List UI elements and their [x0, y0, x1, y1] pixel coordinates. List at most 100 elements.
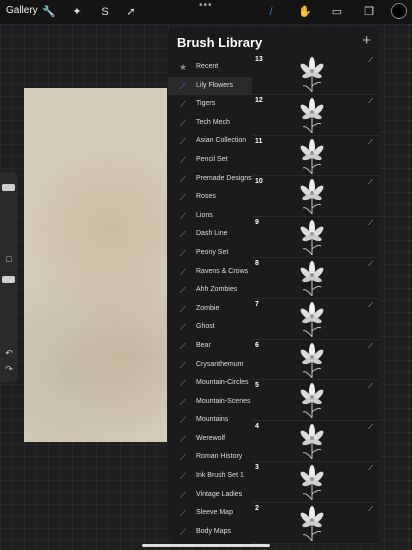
brush-item[interactable]: 5 ⟋ — [252, 380, 379, 422]
brush-stroke-icon: ⟋ — [179, 117, 187, 128]
add-brush-set-button[interactable]: + — [362, 32, 371, 49]
brush-set-label: Body Maps — [196, 527, 232, 535]
brush-set-item[interactable]: ⟋ Roman History — [168, 448, 252, 467]
brush-set-label: Mountain-Scenes — [196, 397, 251, 405]
brush-item[interactable]: 9 ⟋ — [252, 217, 379, 258]
brush-preview-image — [294, 219, 330, 256]
brush-set-label: Premade Designs — [196, 174, 252, 182]
brush-set-item[interactable]: ⟋ Body Maps — [168, 523, 252, 542]
brush-item[interactable]: 7 ⟋ — [252, 299, 379, 340]
brush-stroke-icon: ⟋ — [368, 179, 373, 187]
brush-stroke-icon: ⟋ — [179, 452, 187, 463]
brush-set-item[interactable]: ⟋ Ghost — [168, 318, 252, 337]
brush-set-item[interactable]: ⟋ Tech Mech — [168, 114, 252, 133]
brush-set-item[interactable]: ⟋ Ahh Zombies — [168, 281, 252, 300]
brush-item[interactable]: 8 ⟋ — [252, 258, 379, 299]
top-toolbar: Gallery 🔧 ✦ S ➚ ••• / ✋ ▭ ❐ — [0, 0, 412, 24]
brush-stroke-icon: ⟋ — [368, 57, 373, 64]
brush-stroke-icon: ⟋ — [179, 154, 187, 165]
brush-item[interactable]: 12 ⟋ — [252, 95, 379, 136]
brush-set-label: Ravens & Crows — [196, 267, 249, 275]
brush-item[interactable]: 3 ⟋ — [252, 462, 379, 503]
brush-set-item[interactable]: ⟋ Lions — [168, 207, 252, 226]
brush-item[interactable]: 13 ⟋ — [252, 54, 379, 95]
brush-set-item[interactable]: ⟋ Tigers — [168, 95, 252, 114]
brush-set-item[interactable]: ⟋ Peony Set — [168, 244, 252, 263]
layers-icon[interactable]: ❐ — [362, 5, 376, 19]
brush-preview-image — [294, 505, 330, 542]
brush-set-label: Roman History — [196, 453, 243, 461]
gallery-button[interactable]: Gallery — [6, 5, 38, 16]
brush-icon[interactable]: / — [264, 5, 278, 19]
brush-item[interactable]: 4 ⟋ — [252, 421, 379, 462]
more-options-icon[interactable]: ••• — [199, 0, 213, 11]
brush-set-label: Pencil Set — [196, 155, 228, 163]
wrench-icon[interactable]: 🔧 — [42, 5, 56, 19]
brush-set-item[interactable]: ⟋ Lily Flowers — [168, 76, 252, 96]
brush-stroke-icon: ⟋ — [179, 508, 187, 519]
brush-stroke-icon: ⟋ — [179, 192, 187, 203]
magic-wand-icon[interactable]: ✦ — [70, 5, 84, 19]
brush-set-item[interactable]: ⟋ Zombie — [168, 300, 252, 319]
brush-item[interactable]: 6 ⟋ — [252, 340, 379, 381]
brush-stroke-icon: ⟋ — [179, 359, 187, 370]
brush-name: 5 — [255, 382, 259, 390]
modify-button[interactable]: □ — [3, 254, 15, 264]
brush-size-slider[interactable] — [2, 184, 15, 191]
brush-name: 3 — [255, 463, 259, 471]
brush-stroke-icon: ⟋ — [368, 383, 373, 391]
brush-list: 13 ⟋ 12 ⟋ 11 ⟋ 10 ⟋ 9 ⟋ 8 ⟋ 7 ⟋ 6 ⟋ 5 ⟋ 4 ⟋ 3 ⟋ 2 ⟋ — [252, 54, 379, 544]
brush-preview-image — [294, 97, 330, 134]
brush-name: 4 — [255, 423, 259, 431]
brush-set-item[interactable]: ⟋ Dash Line — [168, 225, 252, 244]
brush-set-item[interactable]: ⟋ Premade Designs — [168, 170, 252, 189]
brush-name: 12 — [255, 96, 263, 104]
brush-set-item[interactable]: ★ Recent — [168, 58, 252, 77]
brush-item[interactable]: 2 ⟋ — [252, 503, 379, 544]
transform-arrow-icon[interactable]: ➚ — [124, 5, 138, 19]
home-indicator[interactable] — [142, 544, 270, 547]
brush-set-item[interactable]: ⟋ Ink Brush Set 1 — [168, 467, 252, 486]
brush-set-label: Dash Line — [196, 230, 228, 238]
brush-set-item[interactable]: ⟋ Vintage Ladies — [168, 486, 252, 505]
redo-icon[interactable]: ↷ — [3, 364, 15, 375]
brush-preview-image — [294, 464, 330, 501]
brush-name: 11 — [255, 137, 263, 145]
brush-preview-image — [294, 342, 330, 378]
brush-set-item[interactable]: ⟋ Sleeve Map — [168, 504, 252, 523]
smudge-icon[interactable]: ✋ — [298, 5, 312, 19]
brush-set-item[interactable]: ⟋ Mountain-Scenes — [168, 393, 252, 412]
brush-preview-image — [294, 56, 330, 93]
brush-set-item[interactable]: ⟋ Asian Collection — [168, 132, 252, 151]
brush-set-label: Mountain-Circles — [196, 379, 249, 387]
brush-set-label: Recent — [196, 63, 219, 70]
brush-set-label: Bear — [196, 341, 211, 349]
brush-set-item[interactable]: ⟋ Pencil Set — [168, 151, 252, 170]
brush-preview-image — [294, 260, 330, 297]
eraser-icon[interactable]: ▭ — [330, 5, 344, 19]
brush-set-item[interactable]: ⟋ Mountain-Circles — [168, 374, 252, 393]
brush-stroke-icon: ⟋ — [179, 415, 187, 426]
brush-stroke-icon: ⟋ — [368, 138, 373, 146]
brush-set-label: Ink Brush Set 1 — [196, 472, 244, 480]
brush-set-item[interactable]: ⟋ Crysanthemum — [168, 356, 252, 375]
brush-preview-image — [294, 178, 330, 215]
drawing-canvas[interactable] — [24, 88, 167, 442]
brush-set-item[interactable]: ⟋ Bear — [168, 337, 252, 356]
brush-item[interactable]: 11 ⟋ — [252, 136, 379, 177]
brush-stroke-icon: ⟋ — [179, 322, 187, 333]
undo-icon[interactable]: ↶ — [3, 348, 15, 359]
brush-item[interactable]: 10 ⟋ — [252, 176, 379, 218]
brush-set-label: Ahh Zombies — [196, 286, 238, 294]
brush-preview-image — [294, 301, 330, 338]
brush-set-item[interactable]: ⟋ Mountains — [168, 411, 252, 430]
brush-stroke-icon: ⟋ — [179, 471, 187, 482]
brush-stroke-icon: ⟋ — [368, 97, 373, 105]
brush-set-item[interactable]: ⟋ Ravens & Crows — [168, 263, 252, 282]
selection-icon[interactable]: S — [98, 5, 112, 19]
brush-name: 13 — [255, 56, 263, 63]
brush-set-item[interactable]: ⟋ Werewolf — [168, 430, 252, 449]
opacity-slider[interactable] — [2, 276, 15, 283]
brush-set-item[interactable]: ⟋ Roses — [168, 188, 252, 207]
color-picker-button[interactable] — [391, 3, 407, 19]
